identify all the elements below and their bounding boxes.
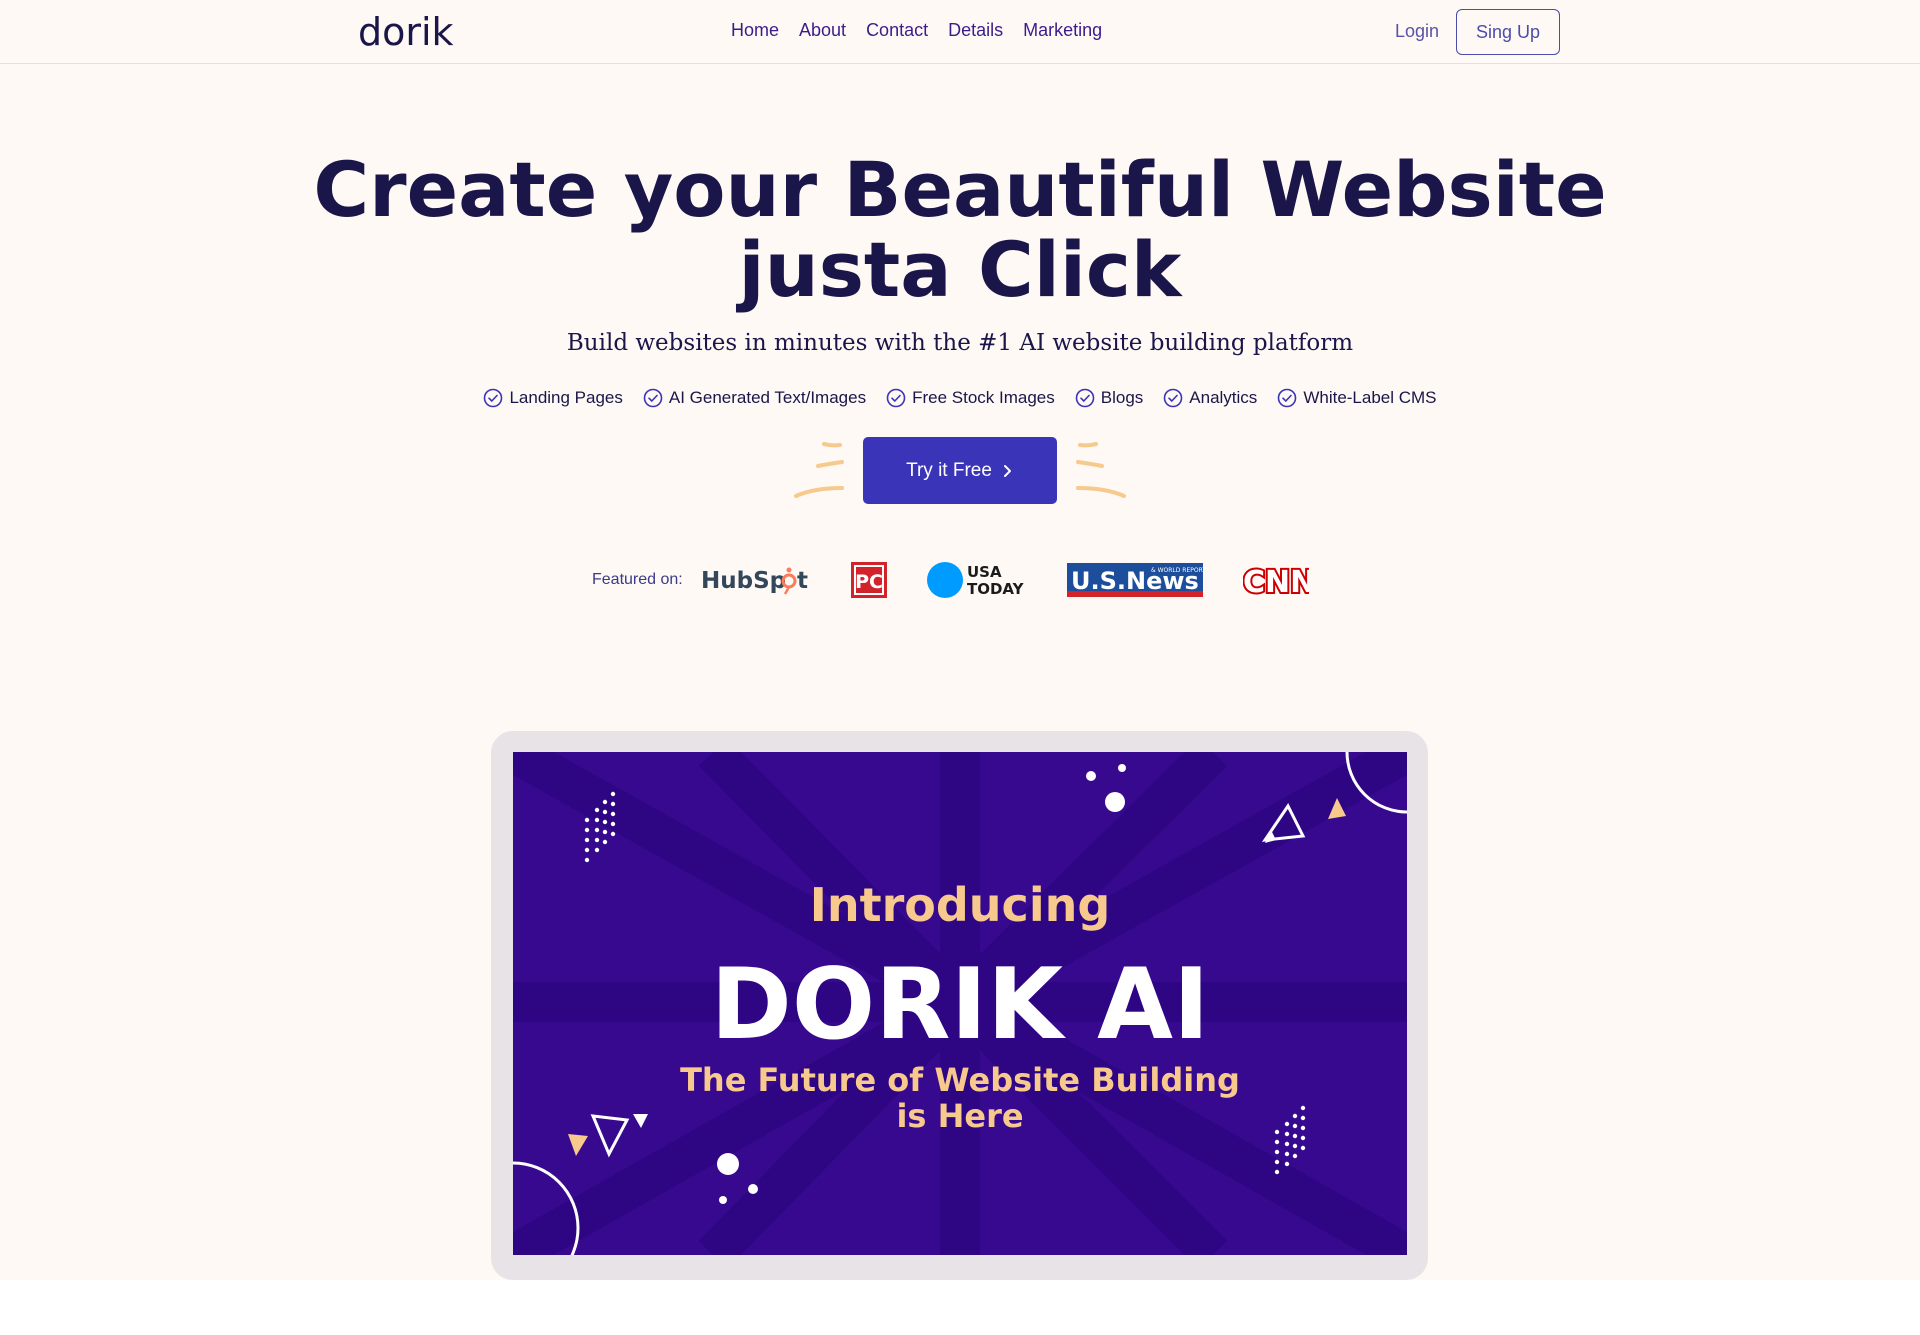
- video-player[interactable]: Introducing DORIK AI The Future of Websi…: [513, 752, 1407, 1255]
- nav-link-details[interactable]: Details: [948, 20, 1003, 41]
- feature-item: AI Generated Text/Images: [643, 388, 866, 408]
- nav-link-marketing[interactable]: Marketing: [1023, 20, 1102, 41]
- logo-text: dorik: [358, 10, 454, 54]
- hero-title: Create your Beautiful Website justa Clic…: [0, 150, 1920, 310]
- video-tagline-line-1: The Future of Website Building: [680, 1061, 1240, 1099]
- hero-title-line-2: justa Click: [738, 225, 1182, 314]
- featured-on-bar: Featured on: HubSp t PC USA TODAY U.S.Ne…: [592, 560, 1349, 600]
- hubspot-logo: HubSp t: [701, 567, 808, 595]
- pcmag-logo: PC: [850, 562, 887, 598]
- svg-text:TODAY: TODAY: [967, 580, 1025, 598]
- nav-link-about[interactable]: About: [799, 20, 846, 41]
- svg-text:PC: PC: [855, 571, 883, 593]
- check-circle-icon: [1075, 388, 1095, 408]
- dorik-logo[interactable]: dorik: [358, 8, 454, 54]
- hero-title-line-1: Create your Beautiful Website: [313, 145, 1607, 234]
- svg-text:CNN: CNN: [1243, 565, 1309, 598]
- video-title: DORIK AI: [710, 948, 1210, 1062]
- sparkle-decoration-right: [1076, 442, 1126, 498]
- cta-label: Try it Free: [906, 459, 992, 481]
- us-news-logo: U.S.News & WORLD REPORT: [1066, 563, 1203, 597]
- video-tagline: The Future of Website Building is Here: [513, 1062, 1407, 1134]
- feature-item: Analytics: [1163, 388, 1257, 408]
- featured-label: Featured on:: [592, 571, 683, 588]
- svg-text:USA: USA: [967, 563, 1002, 581]
- chevron-right-icon: [1003, 464, 1011, 477]
- feature-label: White-Label CMS: [1303, 388, 1437, 407]
- feature-label: Analytics: [1189, 388, 1258, 407]
- feature-item: Free Stock Images: [886, 388, 1055, 408]
- check-circle-icon: [484, 388, 503, 408]
- check-circle-icon: [643, 388, 663, 408]
- feature-label: Free Stock Images: [912, 388, 1055, 407]
- feature-item: Landing Pages: [483, 388, 623, 408]
- video-intro-text: Introducing: [809, 878, 1111, 932]
- signup-button[interactable]: Sing Up: [1456, 9, 1560, 55]
- svg-text:t: t: [797, 568, 808, 594]
- cnn-logo: CNN: [1243, 563, 1309, 598]
- svg-text:& WORLD REPORT: & WORLD REPORT: [1151, 567, 1203, 574]
- video-tagline-line-2: is Here: [896, 1097, 1024, 1135]
- svg-text:HubSp: HubSp: [701, 568, 786, 594]
- feature-item: Blogs: [1075, 388, 1144, 408]
- feature-label: AI Generated Text/Images: [668, 388, 867, 407]
- check-circle-icon: [886, 388, 906, 408]
- sparkle-decoration-left: [794, 442, 844, 498]
- try-free-button[interactable]: Try it Free: [863, 437, 1057, 504]
- top-navbar: dorik Home About Contact Details Marketi…: [0, 0, 1920, 64]
- feature-label: Blogs: [1100, 388, 1144, 407]
- feature-label: Landing Pages: [509, 388, 623, 407]
- feature-list: Landing Pages AI Generated Text/Images F…: [0, 388, 1920, 408]
- nav-links: Home About Contact Details Marketing: [731, 20, 1102, 41]
- nav-link-contact[interactable]: Contact: [866, 20, 928, 41]
- hero-subtitle: Build websites in minutes with the #1 AI…: [566, 330, 1354, 356]
- feature-item: White-Label CMS: [1277, 388, 1437, 408]
- check-circle-icon: [1163, 388, 1183, 408]
- nav-link-home[interactable]: Home: [731, 20, 779, 41]
- check-circle-icon: [1278, 388, 1297, 408]
- usa-today-logo: USA TODAY: [926, 562, 1025, 598]
- login-link[interactable]: Login: [1395, 21, 1439, 42]
